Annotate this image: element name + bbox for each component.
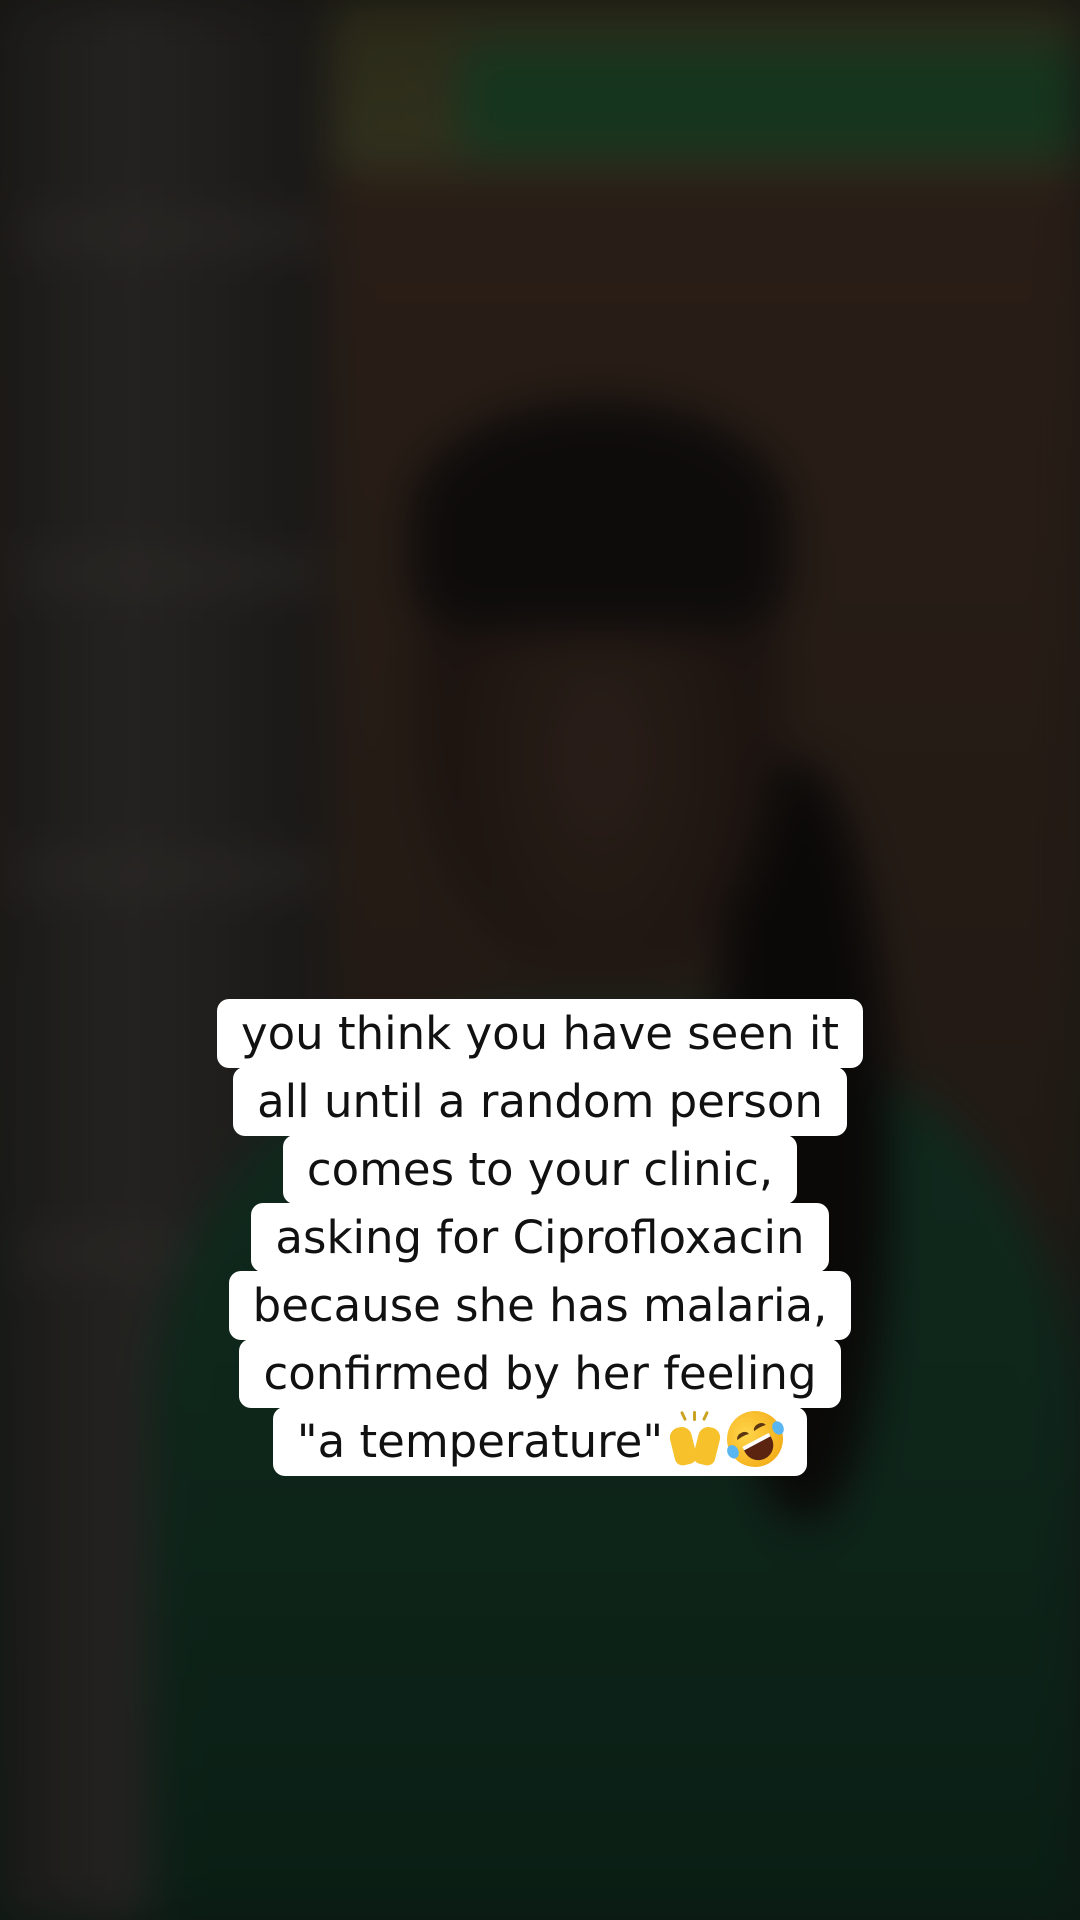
caption-line-last: "a temperature" [272,1401,808,1477]
caption-line: you think you have seen it [216,999,864,1068]
caption-line: asking for Ciprofloxacin [251,1203,829,1272]
caption-line: comes to your clinic, [282,1135,798,1204]
rolling-on-floor-laughing-icon [717,1401,793,1477]
caption-overlay: you think you have seen it all until a r… [0,999,1080,1477]
caption-line-text: "a temperature" [296,1415,664,1468]
raised-hands-icon [667,1410,723,1468]
caption-line: all until a random person [233,1067,847,1136]
dark-overlay [0,0,1080,1920]
video-frame: you think you have seen it all until a r… [0,0,1080,1920]
caption-line: because she has malaria, [228,1271,852,1340]
caption-line: confirmed by her feeling [239,1339,841,1408]
